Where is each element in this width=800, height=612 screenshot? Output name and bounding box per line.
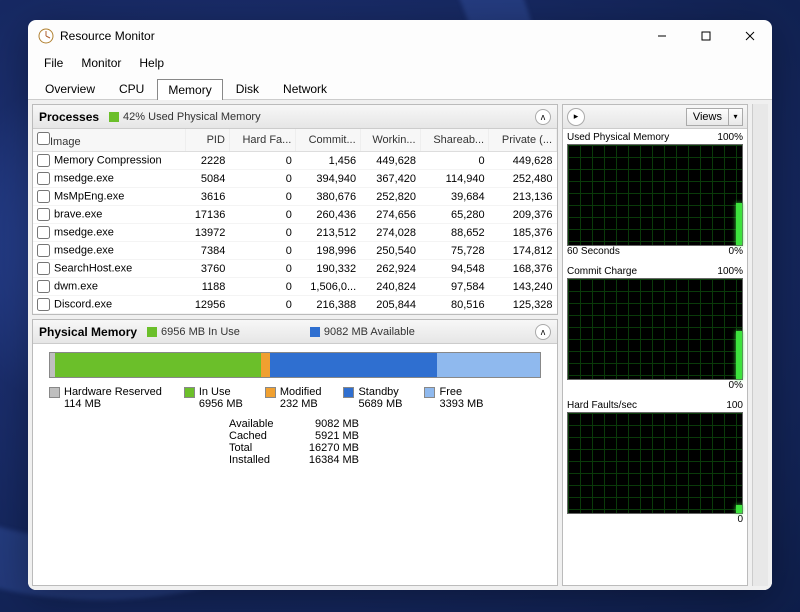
processes-stat: 42% Used Physical Memory (123, 111, 261, 123)
tab-overview[interactable]: Overview (34, 78, 106, 99)
graph-title: Hard Faults/sec (567, 400, 637, 411)
available-swatch-icon (310, 327, 320, 337)
tab-disk[interactable]: Disk (225, 78, 270, 99)
tab-network[interactable]: Network (272, 78, 338, 99)
select-all-checkbox[interactable] (37, 132, 50, 145)
maximize-button[interactable] (684, 20, 728, 52)
processes-header[interactable]: Processes 42% Used Physical Memory ʌ (33, 105, 557, 129)
graph-block: Used Physical Memory100%60 Seconds0% (563, 129, 747, 263)
collapse-processes-button[interactable]: ʌ (535, 109, 551, 125)
memory-usage-bar (49, 352, 541, 378)
views-button[interactable]: Views (686, 108, 729, 126)
physical-memory-section: Physical Memory 6956 MB In Use 9082 MB A… (32, 319, 558, 586)
row-checkbox[interactable] (37, 190, 50, 203)
scrollbar[interactable] (752, 104, 768, 586)
collapse-physmem-button[interactable]: ʌ (535, 324, 551, 340)
memory-stats: Available9082 MBCached5921 MBTotal16270 … (229, 418, 541, 466)
inuse-swatch-icon (147, 327, 157, 337)
mem-segment-free (437, 353, 540, 377)
row-checkbox[interactable] (37, 172, 50, 185)
mem-segment-standby (270, 353, 437, 377)
table-row[interactable]: msedge.exe50840394,940367,420114,940252,… (33, 170, 557, 188)
mem-stat-row: Available9082 MB (229, 418, 541, 430)
app-icon (38, 28, 54, 44)
legend-item: Free3393 MB (424, 386, 483, 410)
memory-legend: Hardware Reserved114 MB In Use6956 MB Modi… (49, 386, 541, 410)
column-header[interactable]: Commit... (296, 129, 360, 152)
column-header[interactable]: PID (185, 129, 229, 152)
inuse-swatch-icon (109, 112, 119, 122)
column-header[interactable]: Workin... (360, 129, 420, 152)
graph-canvas (567, 412, 743, 514)
mem-segment-modified (261, 353, 271, 377)
table-row[interactable]: SearchHost.exe37600190,332262,92494,5481… (33, 260, 557, 278)
graphs-panel: ▸ Views ▾ Used Physical Memory100%60 Sec… (562, 104, 748, 586)
graph-canvas (567, 278, 743, 380)
processes-table[interactable]: ImagePIDHard Fa...Commit...Workin...Shar… (33, 129, 557, 314)
graph-max: 100% (717, 132, 743, 143)
row-checkbox[interactable] (37, 298, 50, 311)
in-use-stat: 6956 MB In Use (161, 326, 240, 338)
physical-memory-title: Physical Memory (39, 325, 137, 339)
row-checkbox[interactable] (37, 244, 50, 257)
table-row[interactable]: Discord.exe129560216,388205,84480,516125… (33, 296, 557, 314)
close-button[interactable] (728, 20, 772, 52)
mem-segment-in-use (55, 353, 261, 377)
graph-play-button[interactable]: ▸ (567, 108, 585, 126)
available-stat: 9082 MB Available (324, 326, 415, 338)
mem-stat-row: Total16270 MB (229, 442, 541, 454)
row-checkbox[interactable] (37, 280, 50, 293)
titlebar[interactable]: Resource Monitor (28, 20, 772, 52)
graph-max: 100% (717, 266, 743, 277)
window-title: Resource Monitor (60, 29, 155, 43)
column-header[interactable]: Image (33, 129, 185, 152)
legend-item: Hardware Reserved114 MB (49, 386, 162, 410)
table-row[interactable]: dwm.exe118801,506,0...240,82497,584143,2… (33, 278, 557, 296)
graph-title: Commit Charge (567, 266, 637, 277)
processes-section: Processes 42% Used Physical Memory ʌ Ima… (32, 104, 558, 315)
tab-cpu[interactable]: CPU (108, 78, 155, 99)
table-row[interactable]: msedge.exe139720213,512274,02888,652185,… (33, 224, 557, 242)
legend-item: In Use6956 MB (184, 386, 243, 410)
row-checkbox[interactable] (37, 262, 50, 275)
table-row[interactable]: Memory Compression222801,456449,6280449,… (33, 152, 557, 170)
table-row[interactable]: msedge.exe73840198,996250,54075,728174,8… (33, 242, 557, 260)
legend-item: Standby5689 MB (343, 386, 402, 410)
menu-file[interactable]: File (36, 54, 71, 72)
physical-memory-header[interactable]: Physical Memory 6956 MB In Use 9082 MB A… (33, 320, 557, 344)
column-header[interactable]: Shareab... (420, 129, 489, 152)
graph-canvas (567, 144, 743, 246)
row-checkbox[interactable] (37, 154, 50, 167)
tab-memory[interactable]: Memory (157, 79, 222, 100)
table-row[interactable]: MsMpEng.exe36160380,676252,82039,684213,… (33, 188, 557, 206)
row-checkbox[interactable] (37, 226, 50, 239)
menu-monitor[interactable]: Monitor (73, 54, 129, 72)
graph-block: Commit Charge100%0% (563, 263, 747, 397)
column-header[interactable]: Private (... (489, 129, 557, 152)
mem-stat-row: Installed16384 MB (229, 454, 541, 466)
legend-item: Modified232 MB (265, 386, 322, 410)
table-row[interactable]: brave.exe171360260,436274,65665,280209,3… (33, 206, 557, 224)
mem-stat-row: Cached5921 MB (229, 430, 541, 442)
resource-monitor-window: Resource Monitor FileMonitorHelp Overvie… (28, 20, 772, 590)
tabbar: OverviewCPUMemoryDiskNetwork (28, 74, 772, 100)
menu-help[interactable]: Help (131, 54, 172, 72)
views-dropdown-icon[interactable]: ▾ (729, 108, 743, 126)
graph-title: Used Physical Memory (567, 132, 669, 143)
graph-max: 100 (726, 400, 743, 411)
processes-title: Processes (39, 110, 99, 124)
graph-block: Hard Faults/sec1000 (563, 397, 747, 531)
menubar: FileMonitorHelp (28, 52, 772, 74)
column-header[interactable]: Hard Fa... (229, 129, 295, 152)
minimize-button[interactable] (640, 20, 684, 52)
row-checkbox[interactable] (37, 208, 50, 221)
